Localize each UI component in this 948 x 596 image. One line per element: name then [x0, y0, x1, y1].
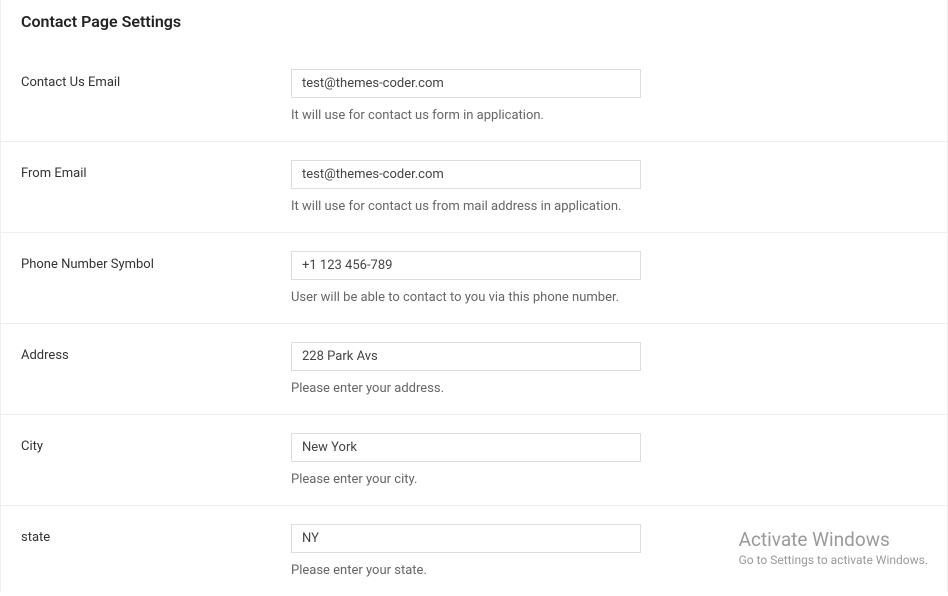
help-phone: User will be able to contact to you via … [291, 290, 927, 305]
row-from-email: From Email It will use for contact us fr… [1, 142, 947, 233]
input-address[interactable] [291, 342, 641, 371]
row-city: City Please enter your city. [1, 415, 947, 506]
help-from-email: It will use for contact us from mail add… [291, 199, 927, 214]
field-wrap-state: Please enter your state. [291, 524, 927, 578]
field-wrap-contact-email: It will use for contact us form in appli… [291, 69, 927, 123]
row-contact-email: Contact Us Email It will use for contact… [1, 51, 947, 142]
input-phone[interactable] [291, 251, 641, 280]
label-address: Address [21, 342, 291, 396]
input-contact-email[interactable] [291, 69, 641, 98]
input-state[interactable] [291, 524, 641, 553]
label-state: state [21, 524, 291, 578]
label-from-email: From Email [21, 160, 291, 214]
label-city: City [21, 433, 291, 487]
field-wrap-address: Please enter your address. [291, 342, 927, 396]
input-city[interactable] [291, 433, 641, 462]
help-address: Please enter your address. [291, 381, 927, 396]
row-phone: Phone Number Symbol User will be able to… [1, 233, 947, 324]
help-state: Please enter your state. [291, 563, 927, 578]
label-contact-email: Contact Us Email [21, 69, 291, 123]
page-title: Contact Page Settings [1, 10, 947, 51]
field-wrap-phone: User will be able to contact to you via … [291, 251, 927, 305]
help-city: Please enter your city. [291, 472, 927, 487]
input-from-email[interactable] [291, 160, 641, 189]
field-wrap-city: Please enter your city. [291, 433, 927, 487]
field-wrap-from-email: It will use for contact us from mail add… [291, 160, 927, 214]
row-address: Address Please enter your address. [1, 324, 947, 415]
row-state: state Please enter your state. [1, 506, 947, 596]
help-contact-email: It will use for contact us form in appli… [291, 108, 927, 123]
label-phone: Phone Number Symbol [21, 251, 291, 305]
settings-container: Contact Page Settings Contact Us Email I… [0, 0, 948, 592]
